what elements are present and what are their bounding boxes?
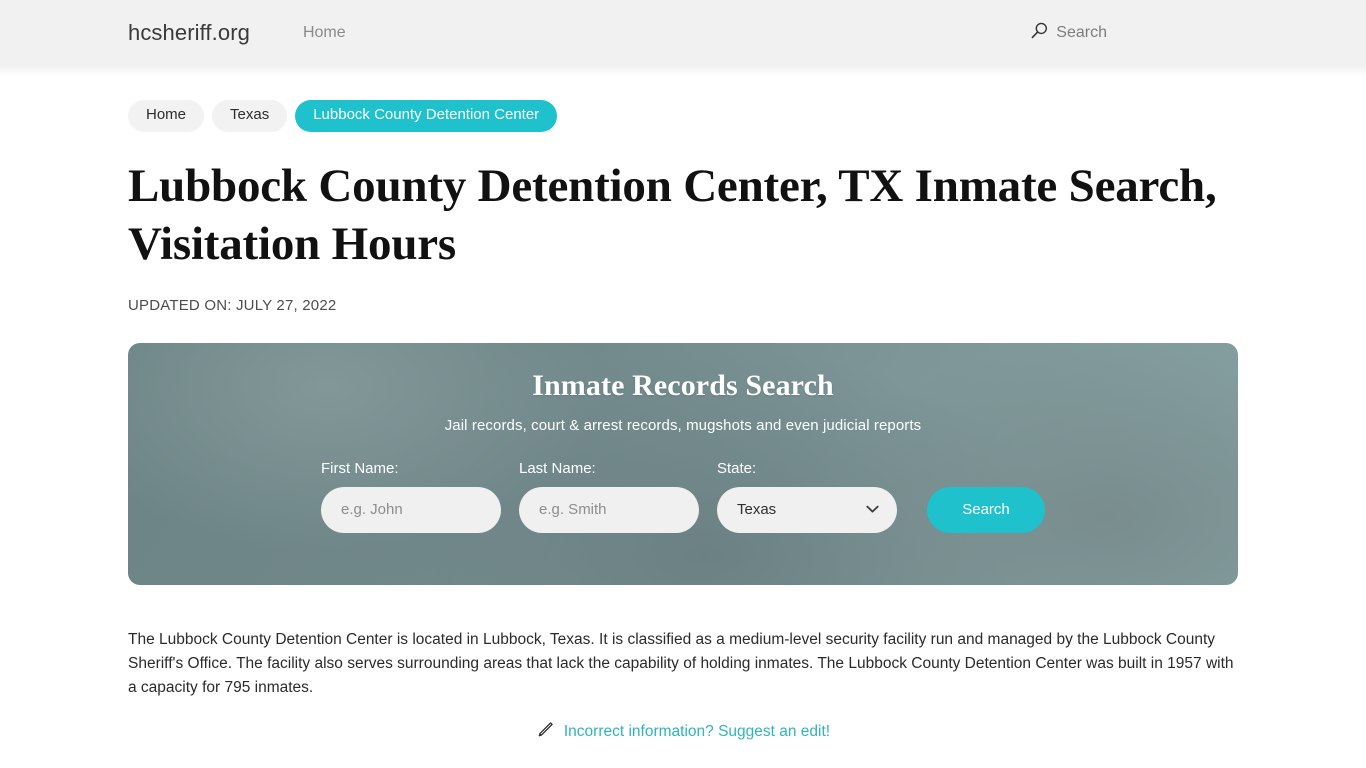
search-icon [1031,22,1048,44]
last-name-label: Last Name: [519,459,596,477]
pencil-icon [536,721,554,744]
state-select[interactable]: Texas [717,486,897,533]
site-brand[interactable]: hcsheriff.org [128,20,250,46]
page-content: Home Texas Lubbock County Detention Cent… [0,100,1366,744]
inmate-search-submit-button[interactable]: Search [927,486,1045,533]
inmate-search-form: First Name: Last Name: State: Texas [321,460,1045,533]
inmate-search-panel: Inmate Records Search Jail records, cour… [128,343,1238,585]
breadcrumb-item-texas[interactable]: Texas [212,100,288,132]
header-search-label: Search [1056,24,1107,41]
state-select-wrap: Texas [717,486,897,533]
breadcrumb-item-home[interactable]: Home [128,100,205,132]
first-name-input[interactable] [321,486,501,533]
inmate-search-banner: Inmate Records Search Jail records, cour… [128,342,1238,585]
header-search[interactable]: Search [1031,22,1107,44]
inmate-search-subtitle: Jail records, court & arrest records, mu… [444,416,922,434]
nav-item-home[interactable]: Home [303,24,346,42]
suggest-edit-link[interactable]: Incorrect information? Suggest an edit! [564,723,830,741]
facility-description: The Lubbock County Detention Center is l… [128,630,1234,696]
breadcrumb-item-current[interactable]: Lubbock County Detention Center [295,100,558,132]
page-title: Lubbock County Detention Center, TX Inma… [128,159,1217,270]
state-label: State: [717,459,757,477]
breadcrumb: Home Texas Lubbock County Detention Cent… [128,100,1238,132]
first-name-field-group: First Name: [321,460,501,533]
state-field-group: State: Texas [717,460,897,533]
suggest-edit-row: Incorrect information? Suggest an edit! [128,721,1238,744]
site-header: hcsheriff.org Home Search [0,0,1366,76]
updated-date: UPDATED ON: JULY 27, 2022 [128,296,337,314]
inmate-search-title: Inmate Records Search [532,368,834,402]
first-name-label: First Name: [321,459,399,477]
last-name-input[interactable] [519,486,699,533]
last-name-field-group: Last Name: [519,460,699,533]
